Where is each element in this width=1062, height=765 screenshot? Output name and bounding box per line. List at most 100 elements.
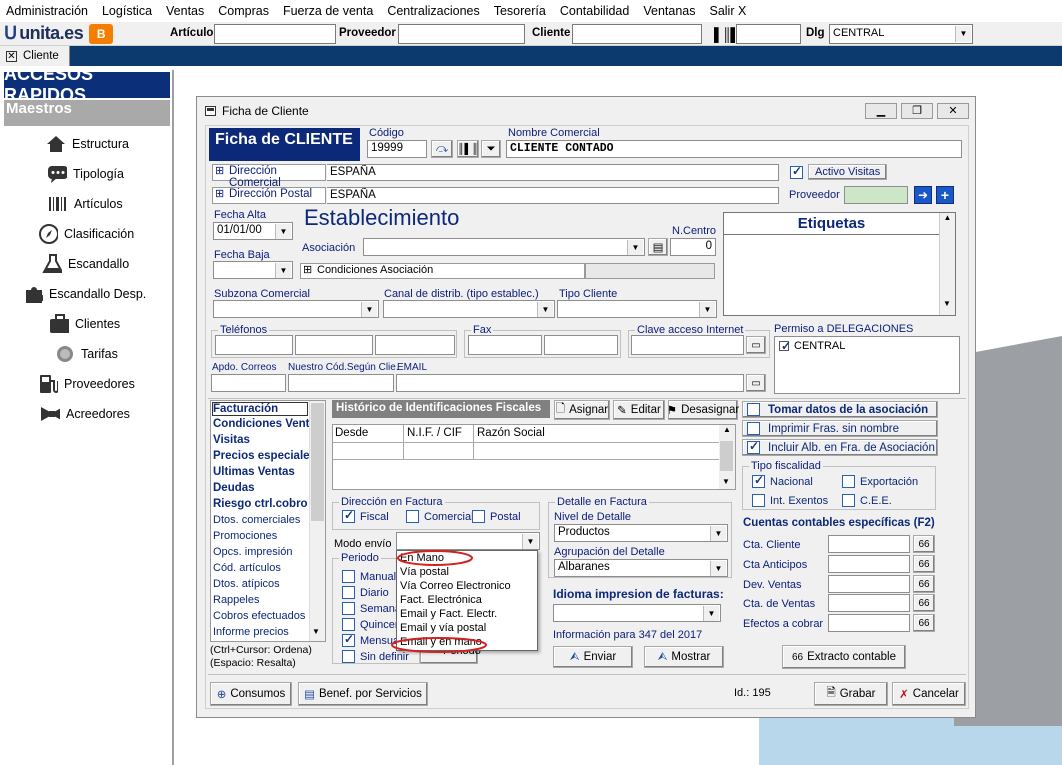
scroll-thumb[interactable] bbox=[720, 441, 733, 471]
chevron-up-icon[interactable]: ▲ bbox=[940, 213, 955, 222]
sidebar-item-escandallo-desp[interactable]: Escandallo Desp. bbox=[23, 284, 146, 304]
agrup-select[interactable]: Albaranes ▼ bbox=[554, 559, 728, 577]
col-desde[interactable]: Desde bbox=[335, 427, 368, 439]
articulo-input[interactable] bbox=[214, 24, 336, 44]
fecha-alta-field[interactable]: 01/01/00 ▼ bbox=[213, 222, 293, 240]
comercial-checkbox[interactable]: Comercial bbox=[406, 510, 474, 523]
col-nif[interactable]: N.I.F. / CIF bbox=[407, 427, 462, 439]
historico-scrollbar[interactable]: ▲ ▼ bbox=[719, 425, 735, 489]
blogger-icon[interactable]: B bbox=[89, 23, 114, 44]
dir-postal-field[interactable]: ESPAÑA bbox=[327, 187, 779, 204]
nav-item-informe-precios[interactable]: Informe precios bbox=[213, 626, 289, 638]
historico-table[interactable]: Desde N.I.F. / CIF Razón Social ▲ ▼ bbox=[332, 424, 736, 490]
card-icon[interactable]: ▭ bbox=[746, 374, 766, 392]
nacional-checkbox[interactable]: Nacional bbox=[752, 473, 813, 488]
plus-icon[interactable]: + bbox=[936, 186, 954, 204]
nivel-select[interactable]: Productos ▼ bbox=[554, 524, 728, 542]
sidebar-item-estructura[interactable]: Estructura bbox=[46, 134, 129, 154]
subzona-select[interactable]: ▼ bbox=[213, 300, 379, 318]
refresh-button[interactable]: ⤼ bbox=[431, 140, 453, 158]
efectos-field[interactable] bbox=[828, 614, 910, 632]
minimize-button[interactable]: ▁ bbox=[865, 103, 897, 119]
nombre-comercial-field[interactable]: CLIENTE CONTADO bbox=[506, 140, 962, 158]
glasses-icon[interactable]: 66 bbox=[913, 535, 935, 553]
desasignar-button[interactable]: ⚑ Desasignar bbox=[667, 400, 739, 420]
sidebar-item-tipologia[interactable]: Tipología bbox=[47, 164, 124, 184]
nav-item-condiciones-venta[interactable]: Condiciones Venta bbox=[213, 418, 316, 430]
sidebar-item-clasificacion[interactable]: Clasificación bbox=[38, 224, 134, 244]
chevron-down-icon[interactable]: ▼ bbox=[710, 561, 726, 576]
cta-anticipos-field[interactable] bbox=[828, 555, 910, 573]
chevron-down-icon[interactable]: ▼ bbox=[522, 534, 538, 549]
nav-item-ultimas-ventas[interactable]: Ultimas Ventas bbox=[213, 466, 295, 478]
condiciones-asociacion-toggle[interactable]: Condiciones Asociación bbox=[300, 263, 585, 279]
incluir-alb-checkbox[interactable]: Incluir Alb. en Fra. de Asociación bbox=[742, 439, 938, 456]
chevron-down-icon[interactable]: ▼ bbox=[627, 240, 643, 255]
nav-item-dtos-atipicos[interactable]: Dtos. atípicos bbox=[213, 578, 280, 590]
dir-postal-toggle[interactable]: Dirección Postal bbox=[212, 187, 326, 204]
barcode-button[interactable]: ║▌║ bbox=[457, 140, 479, 158]
col-razon-social[interactable]: Razón Social bbox=[477, 427, 545, 439]
chevron-down-icon[interactable]: ▼ bbox=[940, 299, 954, 308]
cta-cliente-field[interactable] bbox=[828, 535, 910, 553]
nav-item-opcs-impresion[interactable]: Opcs. impresión bbox=[213, 546, 292, 558]
delegaciones-list[interactable]: CENTRAL bbox=[774, 336, 960, 394]
exportacion-checkbox[interactable]: Exportación bbox=[842, 475, 918, 488]
sidebar-item-acreedores[interactable]: Acreedores bbox=[40, 404, 130, 424]
fiscal-checkbox[interactable]: Fiscal bbox=[342, 508, 389, 523]
extracto-button[interactable]: 66 Extracto contable bbox=[782, 645, 906, 669]
editar-button[interactable]: ✎ Editar bbox=[613, 400, 665, 420]
glasses-icon[interactable]: 66 bbox=[913, 614, 935, 632]
nav-item-visitas[interactable]: Visitas bbox=[213, 434, 250, 446]
imprimir-fras-checkbox[interactable]: Imprimir Fras. sin nombre bbox=[742, 420, 938, 437]
telefono-1-field[interactable] bbox=[215, 335, 293, 355]
tomar-datos-button[interactable]: Tomar datos de la asociación bbox=[742, 401, 938, 418]
grabar-button[interactable]: 🗎 Grabar bbox=[814, 682, 888, 706]
arrow-right-icon[interactable]: ➜ bbox=[914, 186, 932, 204]
chevron-down-icon[interactable]: ▼ bbox=[722, 477, 730, 486]
proveedor-field[interactable] bbox=[844, 186, 908, 204]
chevron-down-icon[interactable]: ▼ bbox=[710, 526, 726, 541]
etiquetas-scrollbar[interactable]: ▲ ▼ bbox=[939, 213, 955, 315]
ncentro-field[interactable]: 0 bbox=[670, 238, 716, 256]
chevron-down-icon[interactable]: ▼ bbox=[955, 26, 971, 42]
menu-tesoreria[interactable]: Tesorería bbox=[494, 4, 546, 18]
canal-select[interactable]: ▼ bbox=[383, 300, 555, 318]
diario-checkbox[interactable]: Diario bbox=[342, 586, 389, 599]
barcode-icon[interactable]: ▌║▌ bbox=[714, 27, 740, 42]
apdo-field[interactable] bbox=[211, 374, 286, 392]
menu-administracion[interactable]: Administración bbox=[6, 4, 88, 18]
maestros-section[interactable]: Maestros bbox=[4, 100, 170, 126]
nav-scrollbar[interactable]: ▼ bbox=[309, 401, 325, 641]
restore-button[interactable]: ❐ bbox=[901, 103, 933, 119]
telefono-2-field[interactable] bbox=[295, 335, 373, 355]
scroll-thumb[interactable] bbox=[311, 403, 324, 521]
etiquetas-box[interactable]: Etiquetas ▲ ▼ bbox=[723, 212, 956, 316]
fax-2-field[interactable] bbox=[544, 335, 618, 355]
nav-list[interactable]: Facturación Condiciones Venta Visitas Pr… bbox=[210, 400, 326, 642]
tipo-cliente-select[interactable]: ▼ bbox=[557, 300, 717, 318]
close-icon[interactable]: ✕ bbox=[6, 50, 17, 62]
proveedor-input[interactable] bbox=[398, 24, 525, 44]
menu-fuerza-venta[interactable]: Fuerza de venta bbox=[283, 4, 373, 18]
consumos-button[interactable]: ⊕ Consumos bbox=[210, 682, 292, 706]
dir-comercial-field[interactable]: ESPAÑA bbox=[327, 164, 779, 181]
cancelar-button[interactable]: ✗ Cancelar bbox=[892, 682, 966, 706]
menu-salir[interactable]: Salir X bbox=[709, 4, 746, 18]
codigo-field[interactable]: 19999 bbox=[367, 140, 427, 158]
menu-centralizaciones[interactable]: Centralizaciones bbox=[387, 4, 479, 18]
glasses-icon[interactable]: 66 bbox=[913, 594, 935, 612]
menu-logistica[interactable]: Logística bbox=[102, 4, 152, 18]
delegacion-central[interactable]: CENTRAL bbox=[779, 339, 845, 353]
nav-item-deudas[interactable]: Deudas bbox=[213, 482, 255, 494]
menu-contabilidad[interactable]: Contabilidad bbox=[560, 4, 630, 18]
nav-item-promociones[interactable]: Promociones bbox=[213, 530, 277, 542]
benef-servicios-button[interactable]: ▤ Benef. por Servicios bbox=[298, 682, 428, 706]
nav-item-precios-especiales[interactable]: Precios especiales bbox=[213, 450, 316, 462]
nav-item-cobros[interactable]: Cobros efectuados bbox=[213, 610, 305, 622]
card-icon[interactable]: ▭ bbox=[746, 336, 766, 354]
asignar-button[interactable]: 🗋 Asignar bbox=[554, 400, 610, 420]
cta-ventas-field[interactable] bbox=[828, 594, 910, 612]
dir-comercial-toggle[interactable]: Dirección Comercial bbox=[212, 164, 326, 189]
nav-item-riesgo[interactable]: Riesgo ctrl.cobro bbox=[213, 498, 308, 510]
